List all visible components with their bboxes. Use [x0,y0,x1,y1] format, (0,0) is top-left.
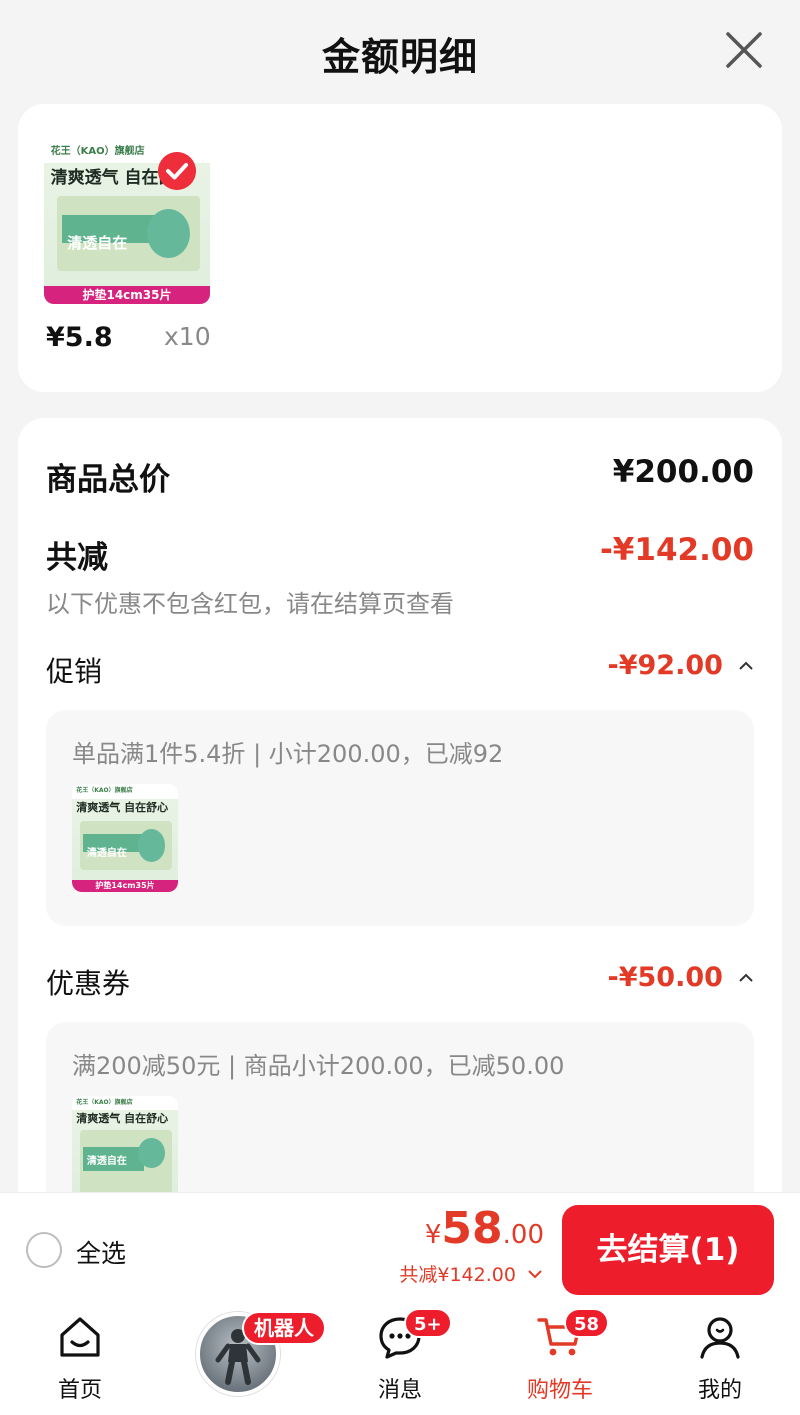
discount-note: 以下优惠不包含红包，请在结算页查看 [46,590,454,618]
product-card: 花王（KAO）旗舰店 清爽透气 自在舒心 清透自在 护垫14cm35片 ¥5.8… [18,104,782,392]
product-price: ¥5.8 [46,322,113,353]
saved-amount-text: 共减¥142.00 [399,1264,516,1286]
currency-symbol: ¥ [424,1220,442,1250]
checkout-bar: 全选 ¥58.00 共减¥142.00 去结算(1) [0,1192,800,1304]
close-icon[interactable] [724,30,764,70]
product-image-box-name: 清透自在 [86,848,127,860]
robot-badge[interactable]: 机器人 [242,1311,326,1345]
home-icon [60,1317,100,1357]
tab-cart[interactable]: 购物车 58 [500,1304,620,1415]
tab-home[interactable]: 首页 [20,1304,140,1415]
tab-me-label: 我的 [697,1378,742,1403]
coupon-product-image[interactable]: 花王（KAO）旗舰店 清爽透气 自在舒心 清透自在 [72,1096,178,1196]
discount-label: 共减 [46,540,108,576]
tab-bar: 首页 消息 5+ 购物车 58 我的 [0,1304,800,1415]
chevron-up-icon[interactable] [738,661,754,671]
total-price-decimal: .00 [502,1220,544,1250]
tab-messages[interactable]: 消息 5+ [340,1304,460,1415]
discount-value: -¥142.00 [599,532,754,568]
face-graphic [137,1138,166,1168]
coupon-label: 优惠券 [46,967,131,1000]
product-image-label: 护垫14cm35片 [44,285,210,304]
page-title: 金额明细 [321,35,478,79]
product-quantity: x10 [164,322,211,351]
coupon-desc: 满200减50元 | 商品小计200.00，已减50.00 [72,1052,565,1080]
total-label: 商品总价 [46,462,170,498]
tab-home-label: 首页 [57,1378,102,1403]
promotion-label: 促销 [46,655,103,688]
total-value: ¥200.00 [612,454,754,490]
tab-cart-label: 购物车 [526,1378,593,1403]
tab-me[interactable]: 我的 [660,1304,780,1415]
cart-badge: 58 [564,1308,610,1338]
chevron-up-icon[interactable] [738,973,754,983]
checkout-button[interactable]: 去结算(1) [562,1205,774,1295]
user-icon [700,1317,740,1359]
saved-amount[interactable]: 共减¥142.00 [399,1260,542,1287]
promotion-value: -¥92.00 [607,650,723,681]
product-image-slogan: 清爽透气 自在舒心 [76,1112,169,1125]
product-image-box-name: 清透自在 [86,1156,127,1167]
promotion-product-image[interactable]: 花王（KAO）旗舰店 清爽透气 自在舒心 清透自在 护垫14cm35片 [72,784,178,892]
face-graphic [146,208,191,259]
face-graphic [137,829,166,862]
product-image-label: 护垫14cm35片 [72,880,178,892]
product-image-brand: 花王（KAO）旗舰店 [50,145,145,157]
promotion-detail: 单品满1件5.4折 | 小计200.00，已减92 花王（KAO）旗舰店 清爽透… [46,710,754,926]
check-icon[interactable] [158,152,196,190]
product-image-box-name: 清透自在 [67,233,128,252]
select-all-label[interactable]: 全选 [76,1234,126,1270]
total-price-integer: 58 [441,1203,503,1254]
product-image-slogan: 清爽透气 自在舒心 [76,801,169,815]
product-image-brand: 花王（KAO）旗舰店 [76,787,133,795]
promotion-desc: 单品满1件5.4折 | 小计200.00，已减92 [72,740,504,768]
product-image-brand: 花王（KAO）旗舰店 [76,1099,133,1106]
header: 金额明细 [0,0,800,100]
messages-badge: 5+ [404,1308,452,1338]
coupon-value: -¥50.00 [607,962,723,993]
chevron-down-icon[interactable] [528,1270,542,1279]
total-price: ¥58.00 [425,1203,544,1254]
coupon-detail: 满200减50元 | 商品小计200.00，已减50.00 花王（KAO）旗舰店… [46,1022,754,1218]
amount-detail-card: 商品总价 ¥200.00 共减 -¥142.00 以下优惠不包含红包，请在结算页… [18,418,782,1218]
tab-messages-label: 消息 [377,1378,422,1403]
select-all-radio[interactable] [26,1232,62,1268]
